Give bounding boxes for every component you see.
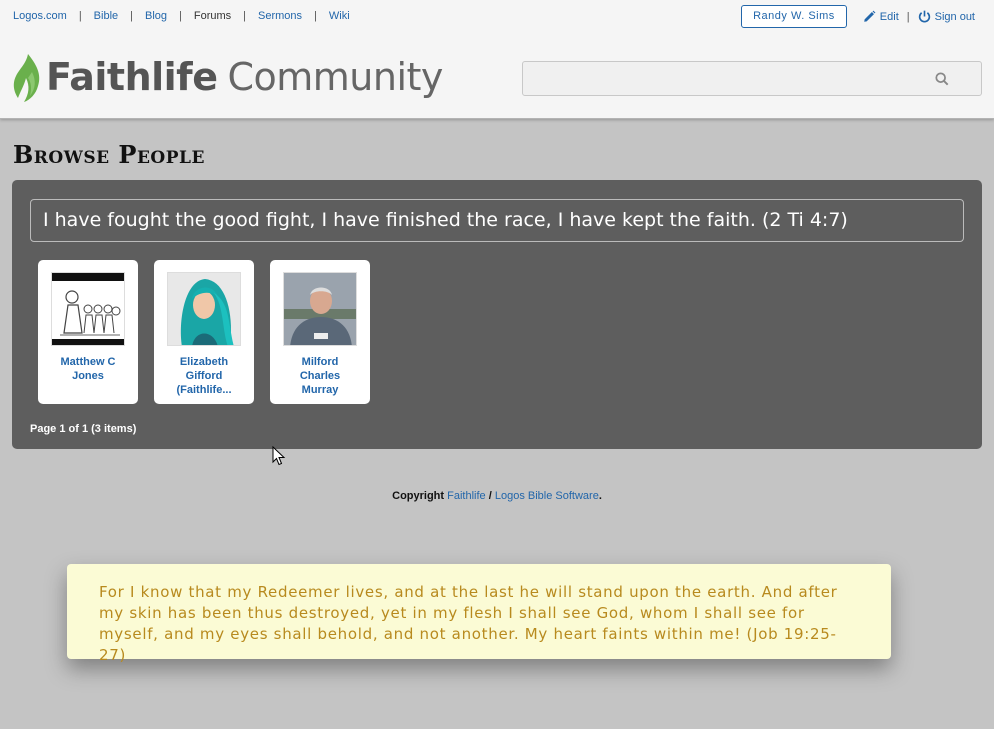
people-panel: I have fought the good fight, I have fin…	[12, 180, 982, 449]
person-card-elizabeth[interactable]: Elizabeth Gifford (Faithlife...	[154, 260, 254, 404]
person-card-milford[interactable]: Milford Charles Murray	[270, 260, 370, 404]
avatar	[283, 272, 357, 346]
flame-logo-icon	[13, 54, 40, 102]
footer-link-logos[interactable]: Logos Bible Software	[495, 490, 599, 502]
verse-popup: For I know that my Redeemer lives, and a…	[67, 564, 891, 664]
user-area: Randy W. Sims Edit | Sign out	[741, 5, 975, 28]
search-icon[interactable]	[935, 72, 949, 86]
person-name: Elizabeth Gifford (Faithlife...	[176, 356, 232, 396]
top-nav: Logos.com | Bible | Blog | Forums | Serm…	[13, 10, 350, 22]
avatar-photo	[168, 273, 240, 345]
logo-product: Community	[227, 55, 443, 99]
user-separator: |	[906, 10, 910, 23]
avatar-illustration	[52, 273, 124, 345]
pencil-icon	[864, 10, 876, 22]
nav-separator: |	[179, 10, 182, 22]
edit-link[interactable]: Edit	[863, 10, 899, 23]
nav-separator: |	[78, 10, 82, 22]
nav-link-logos[interactable]: Logos.com	[13, 10, 67, 22]
nav-link-blog[interactable]: Blog	[145, 10, 167, 22]
person-name: Matthew C Jones	[60, 356, 116, 382]
nav-separator: |	[130, 10, 133, 22]
logo-brand: Faithlife	[46, 55, 218, 99]
avatar	[51, 272, 125, 346]
nav-link-bible[interactable]: Bible	[94, 10, 118, 22]
nav-link-forums[interactable]: Forums	[194, 10, 231, 22]
avatar-photo	[284, 273, 356, 345]
logo-wordmark: Faithlife Community	[46, 55, 443, 99]
footer-link-faithlife[interactable]: Faithlife	[447, 490, 486, 502]
pagination-info: Page 1 of 1 (3 items)	[30, 423, 137, 435]
page-title: Browse People	[13, 140, 205, 169]
avatar	[167, 272, 241, 346]
verse-banner: I have fought the good fight, I have fin…	[30, 199, 964, 242]
footer-period: .	[598, 490, 602, 502]
person-card-matthew[interactable]: Matthew C Jones	[38, 260, 138, 404]
mouse-cursor-icon	[272, 446, 286, 466]
sign-out-label: Sign out	[934, 10, 975, 23]
people-list: Matthew C Jones Elizabeth Gifford (Faith…	[38, 260, 386, 404]
nav-link-sermons[interactable]: Sermons	[258, 10, 302, 22]
site-header: Logos.com | Bible | Blog | Forums | Serm…	[0, 0, 994, 119]
edit-label: Edit	[879, 10, 899, 23]
footer-slash: /	[488, 490, 492, 502]
faithlife-logo[interactable]: Faithlife Community	[12, 52, 443, 102]
power-icon	[918, 10, 930, 23]
copyright-label: Copyright	[392, 490, 445, 502]
site-footer: Copyright Faithlife / Logos Bible Softwa…	[0, 490, 994, 502]
person-name: Milford Charles Murray	[299, 356, 341, 396]
search-box	[522, 61, 982, 96]
nav-separator: |	[314, 10, 317, 22]
nav-link-wiki[interactable]: Wiki	[329, 10, 350, 22]
sign-out-link[interactable]: Sign out	[918, 10, 975, 23]
search-input[interactable]	[523, 62, 981, 95]
nav-separator: |	[243, 10, 247, 22]
user-profile-button[interactable]: Randy W. Sims	[741, 5, 847, 28]
